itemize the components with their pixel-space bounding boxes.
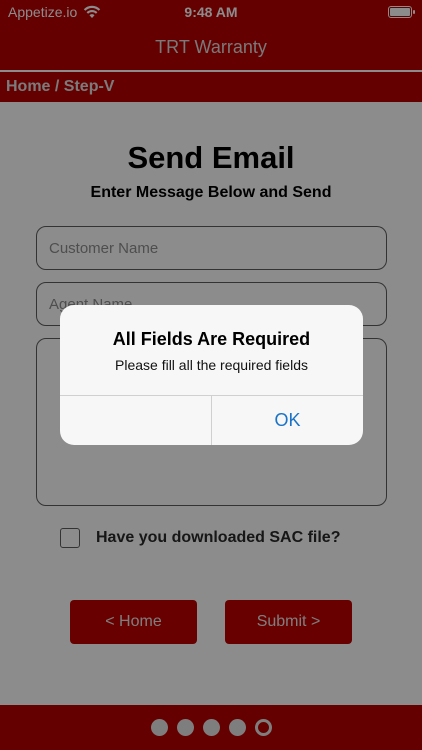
- alert-dialog: All Fields Are Required Please fill all …: [60, 305, 363, 445]
- alert-title: All Fields Are Required: [112, 329, 311, 349]
- alert-left-button[interactable]: [60, 396, 211, 445]
- alert-ok-button[interactable]: OK: [212, 396, 363, 445]
- alert-message: Please fill all the required fields: [115, 357, 308, 373]
